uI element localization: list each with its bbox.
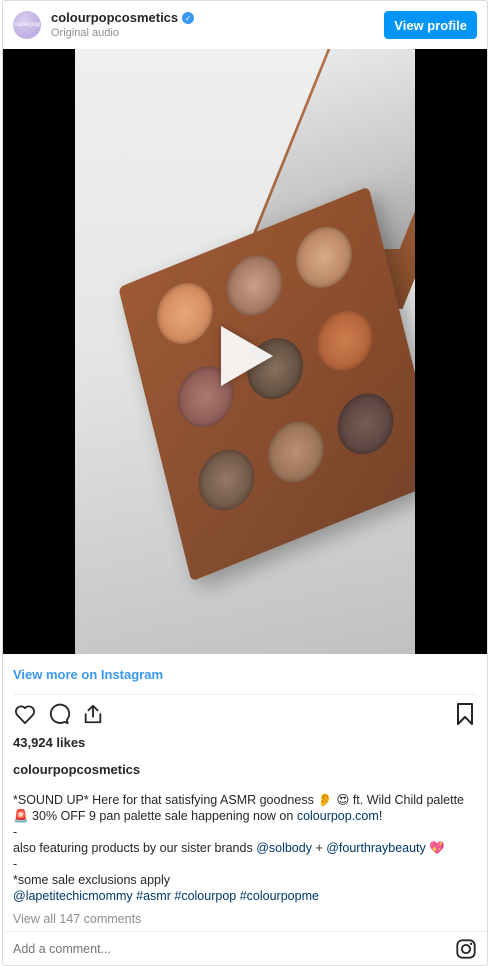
header-text: colourpopcosmetics ✓ Original audio: [51, 10, 384, 40]
caption-line: *SOUND UP* Here for that satisfying ASMR…: [13, 793, 464, 807]
caption-segment: +: [311, 841, 327, 855]
play-icon[interactable]: [221, 326, 273, 386]
username-row: colourpopcosmetics ✓: [51, 10, 384, 26]
view-profile-button[interactable]: View profile: [384, 11, 477, 39]
username-link[interactable]: colourpopcosmetics: [51, 10, 178, 26]
view-all-comments-link[interactable]: View all 147 comments: [3, 910, 487, 928]
caption-line: *some sale exclusions apply: [13, 873, 171, 887]
mention-link[interactable]: @solbody: [256, 841, 312, 855]
caption-line: also featuring products by our sister br…: [13, 840, 477, 856]
caption-line: @lapetitechicmommy #asmr #colourpop #col…: [13, 888, 477, 904]
avatar-text: colourpop: [13, 22, 41, 28]
share-icon[interactable]: [81, 702, 105, 726]
verified-badge-icon: ✓: [182, 12, 195, 25]
bookmark-icon[interactable]: [453, 702, 477, 726]
mention-link[interactable]: @fourthraybeauty: [326, 841, 426, 855]
avatar[interactable]: colourpop: [13, 11, 41, 39]
caption-segment: !: [378, 809, 383, 823]
audio-subtitle[interactable]: Original audio: [51, 27, 384, 40]
caption-line: -: [13, 825, 18, 839]
post-header: colourpop colourpopcosmetics ✓ Original …: [3, 1, 487, 49]
caption-link[interactable]: colourpop.com: [297, 809, 379, 823]
instagram-icon[interactable]: [455, 938, 477, 960]
hashtag-link[interactable]: #colourpopme: [240, 889, 319, 903]
caption-segment: also featuring products by our sister br…: [13, 841, 257, 855]
mention-link[interactable]: @lapetitechicmommy: [13, 889, 133, 903]
action-bar: [3, 695, 487, 733]
caption-line: 🚨 30% OFF 9 pan palette sale happening n…: [13, 808, 477, 824]
caption-username[interactable]: colourpopcosmetics: [3, 760, 487, 780]
likes-count[interactable]: 43,924 likes: [3, 733, 487, 753]
hashtag-link[interactable]: #asmr: [136, 889, 171, 903]
hashtag-link[interactable]: #colourpop: [174, 889, 236, 903]
comment-bar: [3, 931, 487, 965]
caption-segment: 💖: [425, 841, 445, 855]
view-more-link[interactable]: View more on Instagram: [3, 654, 487, 694]
caption-segment: 🚨 30% OFF 9 pan palette sale happening n…: [13, 809, 297, 823]
heart-icon[interactable]: [13, 702, 37, 726]
comment-icon[interactable]: [47, 702, 71, 726]
caption-text: *SOUND UP* Here for that satisfying ASMR…: [3, 792, 487, 904]
comment-input[interactable]: [13, 941, 455, 956]
video-player[interactable]: [3, 49, 487, 654]
caption-line: -: [13, 857, 18, 871]
instagram-embed: colourpop colourpopcosmetics ✓ Original …: [2, 0, 488, 966]
